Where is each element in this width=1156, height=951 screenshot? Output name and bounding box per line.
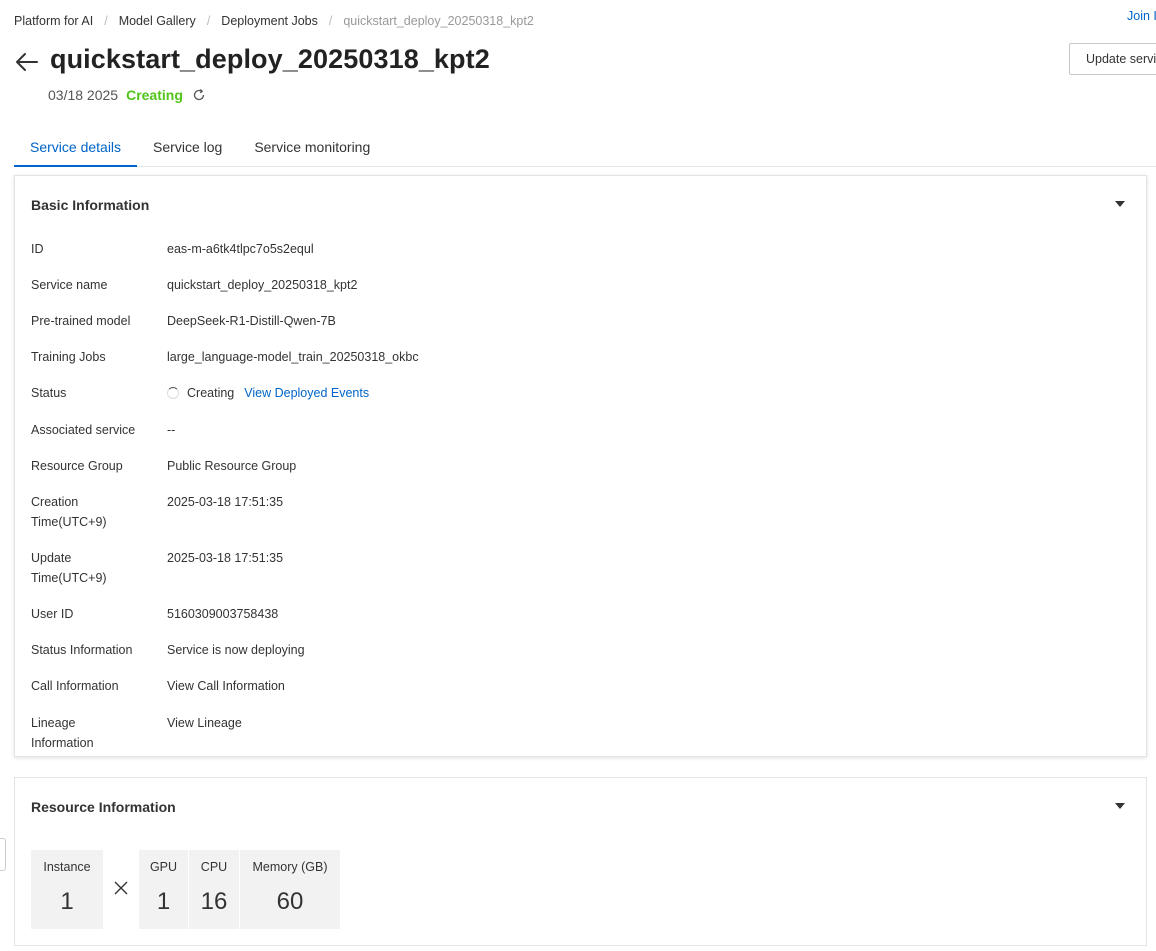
header-meta: 03/18 2025 Creating [48,87,206,103]
tab-service-details[interactable]: Service details [14,127,138,167]
caret-down-icon[interactable] [1115,803,1125,809]
info-label: Update Time(UTC+9) [31,551,107,585]
page-title: quickstart_deploy_20250318_kpt2 [50,44,490,74]
instance-box: Instance 1 [31,850,103,929]
info-value: 2025-03-18 17:51:35 [167,495,284,509]
close-multiply-icon [113,876,129,902]
info-label: Resource Group [31,459,123,473]
breadcrumb-separator: / [206,14,211,28]
info-label: Status [31,386,67,400]
back-button[interactable] [14,50,40,74]
info-label: Service name [31,278,108,292]
breadcrumb-separator: / [328,14,333,28]
instance-label: Instance [43,860,91,874]
arrow-left-icon [16,53,38,71]
panel-title: Basic Information [31,197,150,213]
memory-label: Memory (GB) [252,860,328,874]
breadcrumb-separator: / [104,14,108,28]
spec-box: GPU 1 CPU 16 Memory (GB) 60 [139,850,340,929]
header-date: 03/18 2025 [48,87,119,103]
info-label: Status Information [31,643,133,657]
memory-value: 60 [276,888,304,915]
info-value: 2025-03-18 17:51:35 [167,551,284,565]
caret-down-icon[interactable] [1115,201,1125,207]
breadcrumb-deployment-jobs[interactable]: Deployment Jobs [221,14,318,28]
cpu-column: CPU 16 [189,850,239,929]
info-value: -- [167,423,176,437]
info-label: Lineage Information [31,716,94,750]
status-badge: Creating [126,87,183,103]
view-call-information-link[interactable]: View Call Information [167,676,285,696]
view-lineage-link[interactable]: View Lineage [167,713,242,733]
memory-column: Memory (GB) 60 [240,850,340,929]
join-link[interactable]: Join I [1127,9,1156,23]
info-label: Creation Time(UTC+9) [31,495,107,529]
gpu-column: GPU 1 [139,850,188,929]
info-value: Service is now deploying [167,643,305,657]
breadcrumb: Platform for AI / Model Gallery / Deploy… [14,14,534,28]
info-label: Associated service [31,423,136,437]
side-drawer-handle[interactable] [0,838,6,871]
status-value: Creating View Deployed Events [167,383,369,403]
panel-title: Resource Information [31,799,176,815]
breadcrumb-current: quickstart_deploy_20250318_kpt2 [343,14,534,28]
info-label: Pre-trained model [31,314,131,328]
info-label: User ID [31,607,74,621]
instance-column: Instance 1 [31,850,103,929]
info-label: ID [31,242,44,256]
breadcrumb-model-gallery[interactable]: Model Gallery [119,14,196,28]
training-job-link[interactable]: large_language-model_train_20250318_okbc [167,347,419,367]
update-service-button[interactable]: Update service [1069,43,1156,75]
breadcrumb-platform-for-ai[interactable]: Platform for AI [14,14,93,28]
tab-bar: Service details Service log Service moni… [14,127,1156,167]
tab-service-monitoring[interactable]: Service monitoring [238,127,386,167]
instance-value: 1 [60,888,74,915]
info-label: Training Jobs [31,350,106,364]
info-value: quickstart_deploy_20250318_kpt2 [167,278,358,292]
status-text: Creating [187,386,235,400]
tab-service-log[interactable]: Service log [137,127,238,167]
spinner-icon [167,387,179,399]
gpu-label: GPU [149,860,178,874]
basic-information-panel: Basic Information ID eas-m-a6tk4tlpc7o5s… [14,175,1147,757]
cpu-value: 16 [200,888,228,915]
gpu-value: 1 [156,888,171,915]
info-label: Call Information [31,679,119,693]
info-value: 5160309003758438 [167,607,279,621]
cpu-label: CPU [200,860,228,874]
info-value: Public Resource Group [167,459,297,473]
refresh-icon[interactable] [192,88,206,102]
info-value: eas-m-a6tk4tlpc7o5s2equl [167,242,314,256]
resource-information-panel: Resource Information Instance 1 GPU 1 CP… [14,777,1147,946]
view-deployed-events-link[interactable]: View Deployed Events [244,383,369,403]
pretrained-model-link[interactable]: DeepSeek-R1-Distill-Qwen-7B [167,311,336,331]
